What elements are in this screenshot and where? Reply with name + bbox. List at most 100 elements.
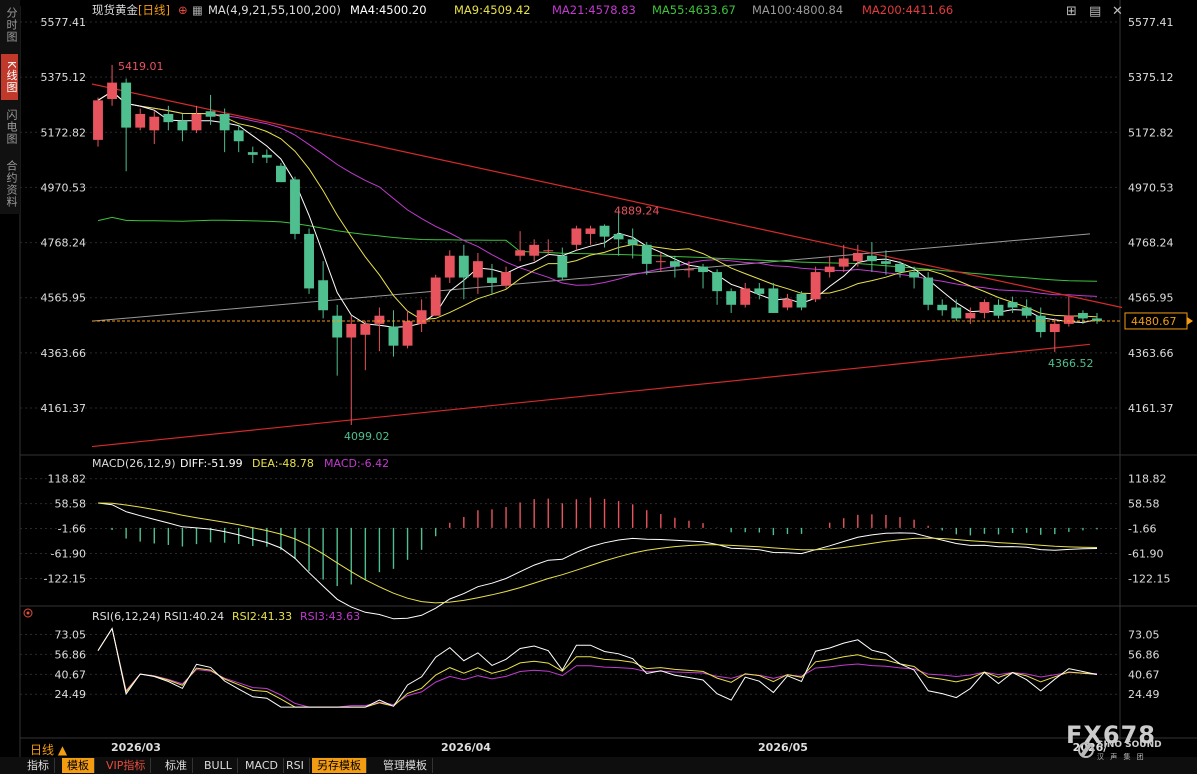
- rsi-ytick-left: 24.49: [55, 688, 87, 701]
- main-header-item: ⊕: [178, 3, 188, 17]
- window-control-icon: ⊞: [1066, 4, 1077, 19]
- rsi-ytick-right: 24.49: [1128, 688, 1160, 701]
- candle-body: [881, 261, 891, 264]
- candle: [838, 244, 849, 273]
- main-header-item: ▦: [192, 3, 203, 17]
- candle: [641, 242, 652, 275]
- bottom-tab-indicator[interactable]: 指标: [22, 758, 55, 773]
- macd-diff-line: [97, 502, 1098, 620]
- candle: [937, 299, 948, 316]
- bottom-tab-manage-template[interactable]: 管理模板: [378, 758, 433, 773]
- period-label[interactable]: 日线 ▲: [30, 741, 67, 758]
- main-ytick-left: 4565.95: [41, 292, 87, 305]
- candle: [501, 266, 511, 289]
- bottom-tab-bull[interactable]: BULL: [199, 758, 238, 773]
- rsi-header-item: RSI3:43.63: [300, 610, 360, 623]
- bottom-tab-save-template[interactable]: 另存模板: [312, 758, 367, 773]
- candle-body: [726, 291, 737, 305]
- main-header-item: MA4:4500.20: [350, 3, 427, 17]
- candle: [233, 124, 244, 153]
- candle-body: [318, 280, 329, 311]
- annotation-high-2: 4889.24: [614, 205, 660, 218]
- macd-ytick-left: 118.82: [48, 473, 87, 486]
- candle: [782, 293, 793, 311]
- annotation-low-1: 4099.02: [344, 430, 390, 443]
- candle-body: [1063, 315, 1074, 324]
- bottom-tab-vip[interactable]: VIP指标: [101, 758, 152, 773]
- main-ytick-left: 4768.24: [41, 237, 87, 250]
- bottom-tab-standard[interactable]: 标准: [160, 758, 193, 773]
- candle: [163, 105, 174, 131]
- candle: [275, 163, 286, 183]
- candle-body: [247, 152, 258, 155]
- candle: [866, 242, 877, 273]
- candle-body: [458, 255, 469, 278]
- candle-body: [472, 261, 483, 278]
- candle: [768, 282, 779, 313]
- candle: [388, 310, 399, 357]
- main-ytick-right: 4161.37: [1128, 402, 1174, 415]
- macd-ytick-right: -61.90: [1128, 548, 1163, 561]
- rsi-ytick-left: 40.67: [55, 668, 87, 681]
- candle-body: [360, 323, 371, 335]
- candle-body: [135, 113, 146, 128]
- macd-ytick-right: 118.82: [1128, 473, 1167, 486]
- main-ytick-right: 5375.12: [1128, 71, 1174, 84]
- candle: [430, 274, 441, 316]
- tab-kline[interactable]: K线图: [1, 54, 18, 100]
- candle-body: [1007, 302, 1018, 308]
- window-control-icon: ▤: [1089, 4, 1101, 19]
- candle-body: [149, 116, 160, 131]
- candle: [219, 108, 230, 153]
- candle: [979, 299, 990, 319]
- candle-body: [810, 272, 821, 300]
- candle: [304, 228, 314, 294]
- candle-body: [655, 261, 666, 263]
- candle-body: [346, 323, 357, 338]
- tab-flash[interactable]: 闪电图: [1, 104, 18, 150]
- candle-body: [233, 130, 244, 142]
- candle-body: [951, 307, 962, 319]
- candle: [93, 97, 103, 147]
- bottom-tab-template[interactable]: 模板: [62, 758, 95, 773]
- main-header-item: MA55:4633.67: [652, 3, 736, 17]
- candle-body: [529, 244, 540, 256]
- candle: [881, 250, 891, 275]
- candle-body: [1078, 312, 1088, 319]
- candle-body: [613, 233, 624, 240]
- candle-body: [430, 277, 441, 316]
- candle: [698, 263, 708, 289]
- candle: [1021, 299, 1032, 319]
- candle-body: [261, 154, 272, 158]
- candle-body: [332, 315, 343, 338]
- candle-body: [275, 165, 286, 183]
- bottom-tab-rsi[interactable]: RSI: [281, 758, 310, 773]
- candle: [487, 263, 497, 294]
- tab-time-sharing[interactable]: 分时图: [1, 2, 18, 48]
- candle: [796, 291, 807, 311]
- candle: [557, 247, 568, 281]
- macd-dea-line: [97, 502, 1098, 604]
- candle-body: [402, 321, 413, 346]
- macd-ytick-left: 58.58: [55, 498, 87, 511]
- candle-body: [895, 263, 905, 273]
- candle: [346, 315, 357, 425]
- candle: [923, 272, 934, 311]
- chart-frame: 5577.41 5577.41 5375.12 5375.12 5172.82 5172.…: [19, 0, 1197, 757]
- main-ytick-right: 4970.53: [1128, 181, 1174, 194]
- candle: [543, 239, 554, 256]
- tab-contract-info[interactable]: 合约资料: [1, 155, 18, 213]
- candle: [247, 146, 258, 164]
- candle-body: [993, 304, 1004, 316]
- candle-body: [515, 250, 526, 256]
- main-ytick-right: 5172.82: [1128, 126, 1174, 139]
- main-ytick-right: 4565.95: [1128, 292, 1174, 305]
- candle-body: [290, 179, 300, 234]
- rsi-ytick-right: 73.05: [1128, 629, 1160, 642]
- annotation-high-1: 5419.01: [118, 60, 164, 73]
- candle-body: [754, 288, 765, 294]
- candle: [444, 250, 455, 283]
- bottom-tab-macd[interactable]: MACD: [240, 758, 284, 773]
- xtick-label: 2026/03: [111, 741, 161, 754]
- rsi-settings-icon-dot: [26, 611, 30, 615]
